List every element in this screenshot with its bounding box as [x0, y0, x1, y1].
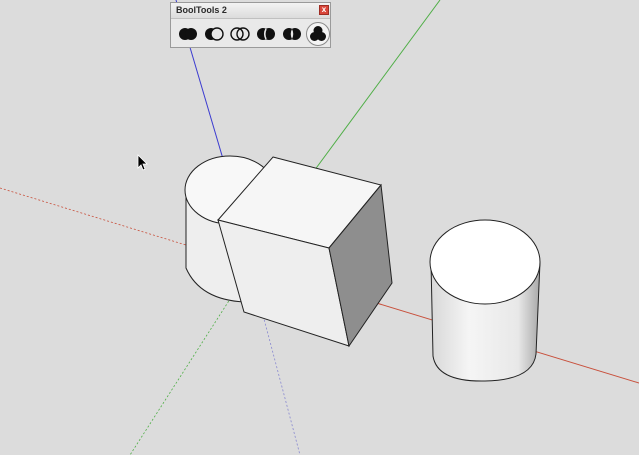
trim-button[interactable]: [255, 24, 277, 44]
trim-icon: [257, 28, 275, 40]
union-icon: [179, 28, 197, 40]
subtract-icon: [205, 27, 224, 41]
multi-boolean-icon: [310, 26, 326, 41]
cylinder-right[interactable]: [429, 219, 541, 382]
booltools-toolbar[interactable]: BoolTools 2 x: [170, 2, 331, 48]
model-viewport[interactable]: BoolTools 2 x: [0, 0, 639, 455]
intersect-button[interactable]: [229, 24, 251, 44]
toolbar-title-bar[interactable]: BoolTools 2 x: [171, 3, 330, 19]
close-button[interactable]: x: [319, 5, 329, 15]
tool-row: [175, 22, 331, 46]
subtract-button[interactable]: [203, 24, 225, 44]
multi-boolean-button[interactable]: [306, 22, 330, 46]
toolbar-title: BoolTools 2: [176, 5, 227, 15]
mouse-cursor-icon: [137, 154, 148, 171]
split-button[interactable]: [281, 24, 303, 44]
intersect-icon: [230, 27, 250, 41]
3d-scene[interactable]: [0, 0, 639, 455]
split-icon: [283, 28, 301, 40]
cylinder-right-top: [429, 219, 541, 305]
union-button[interactable]: [177, 24, 199, 44]
